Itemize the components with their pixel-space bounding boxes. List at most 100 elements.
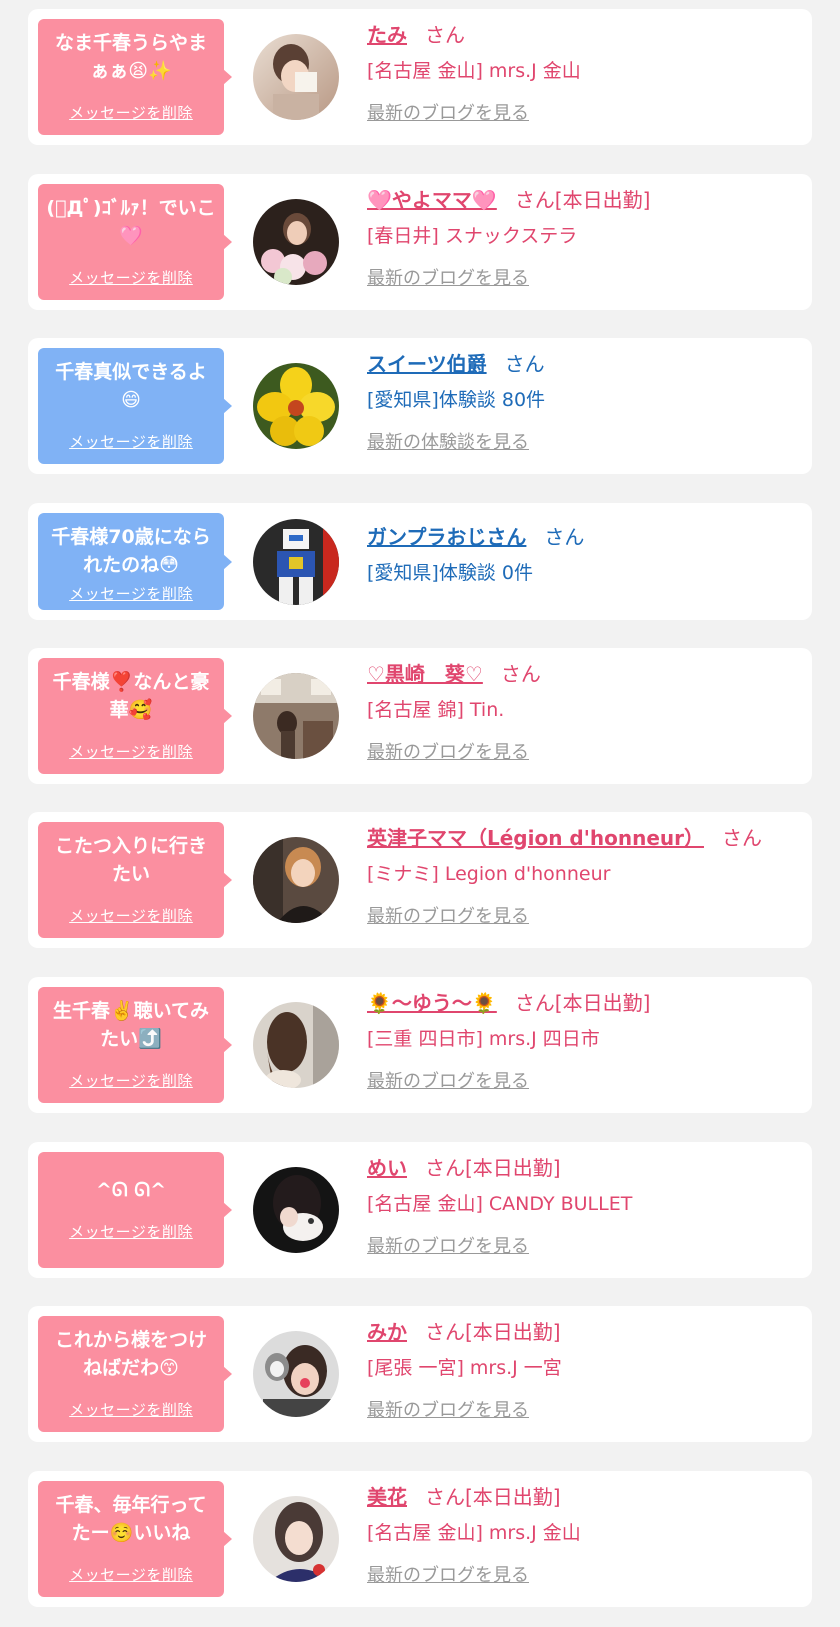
- avatar[interactable]: [253, 1496, 339, 1582]
- sender-suffix: さん[本日出勤]: [514, 188, 651, 212]
- avatar[interactable]: [253, 519, 339, 605]
- message-list: なま千春うらやまぁぁ😫✨ メッセージを削除 たみ さん [名古屋 金山] mrs.…: [0, 0, 840, 1627]
- message-bubble: 千春様70歳になられたのね😳 メッセージを削除: [38, 513, 232, 610]
- delete-message-link[interactable]: メッセージを削除: [38, 431, 224, 452]
- latest-review-link[interactable]: 最新の体験談を見る: [367, 430, 529, 456]
- sender-info: たみ さん [名古屋 金山] mrs.J 金山 最新のブログを見る: [367, 21, 802, 127]
- latest-blog-link[interactable]: 最新のブログを見る: [367, 266, 529, 292]
- message-text: (ﾟДﾟ)ｺﾞﾙｧ！でいこ🩷: [46, 197, 216, 247]
- message-card: 千春真似できるよ😄 メッセージを削除 スイーツ伯爵 さん [愛知県]体験談 80件…: [28, 338, 812, 474]
- sender-name-line: 🩷やよママ🩷 さん[本日出勤]: [367, 186, 802, 214]
- sender-name-link[interactable]: みか: [367, 1320, 407, 1344]
- avatar[interactable]: [253, 1331, 339, 1417]
- sender-suffix: さん: [721, 826, 762, 850]
- sender-info: 美花 さん[本日出勤] [名古屋 金山] mrs.J 金山 最新のブログを見る: [367, 1483, 802, 1589]
- avatar[interactable]: [253, 1167, 339, 1253]
- sender-name-link[interactable]: たみ: [367, 23, 407, 47]
- sender-info: 英津子ママ（Légion d'honneur） さん [ミナミ] Legion d…: [367, 824, 802, 930]
- message-text: こたつ入りに行きたい: [54, 835, 207, 885]
- shop-label: [愛知県]体験談 80件: [367, 389, 546, 411]
- sender-info: みか さん[本日出勤] [尾張 一宮] mrs.J 一宮 最新のブログを見る: [367, 1318, 802, 1424]
- message-text: 千春様70歳になられたのね😳: [51, 526, 211, 576]
- latest-blog-link[interactable]: 最新のブログを見る: [367, 1234, 529, 1260]
- message-card: ^ᘏ ᘏ^ メッセージを削除 めい さん[本日出勤] [名古屋 金山] CANDY…: [28, 1142, 812, 1278]
- message-card: 千春様❣️なんと豪華🥰 メッセージを削除 ♡黒崎 葵♡ さん [名古屋 錦] Ti…: [28, 648, 812, 784]
- sender-info: ♡黒崎 葵♡ さん [名古屋 錦] Tin. 最新のブログを見る: [367, 660, 802, 766]
- message-card: (ﾟДﾟ)ｺﾞﾙｧ！でいこ🩷 メッセージを削除 🩷やよママ🩷 さん[本日出勤] […: [28, 174, 812, 310]
- latest-blog-link[interactable]: 最新のブログを見る: [367, 1069, 529, 1095]
- sender-info: スイーツ伯爵 さん [愛知県]体験談 80件 最新の体験談を見る: [367, 350, 802, 456]
- sender-info: めい さん[本日出勤] [名古屋 金山] CANDY BULLET 最新のブログを…: [367, 1154, 802, 1260]
- sender-name-link[interactable]: 英津子ママ（Légion d'honneur）: [367, 826, 704, 850]
- message-bubble: 千春真似できるよ😄 メッセージを削除: [38, 348, 232, 464]
- delete-message-link[interactable]: メッセージを削除: [38, 267, 224, 288]
- message-text: なま千春うらやまぁぁ😫✨: [54, 32, 207, 82]
- shop-label: [尾張 一宮] mrs.J 一宮: [367, 1357, 562, 1379]
- latest-blog-link[interactable]: 最新のブログを見る: [367, 904, 529, 930]
- message-bubble: 千春、毎年行ってたー☺️いいね メッセージを削除: [38, 1481, 232, 1597]
- sender-suffix: さん[本日出勤]: [425, 1320, 561, 1344]
- avatar[interactable]: [253, 837, 339, 923]
- message-bubble: 千春様❣️なんと豪華🥰 メッセージを削除: [38, 658, 232, 774]
- shop-label: [名古屋 金山] mrs.J 金山: [367, 1522, 581, 1544]
- message-bubble: ^ᘏ ᘏ^ メッセージを削除: [38, 1152, 232, 1268]
- shop-label: [名古屋 金山] mrs.J 金山: [367, 60, 581, 82]
- sender-name-line: 美花 さん[本日出勤]: [367, 1483, 802, 1511]
- sender-name-line: スイーツ伯爵 さん: [367, 350, 802, 378]
- delete-message-link[interactable]: メッセージを削除: [38, 1221, 224, 1242]
- sender-name-link[interactable]: 🌻〜ゆう〜🌻: [367, 991, 497, 1015]
- sender-info: 🩷やよママ🩷 さん[本日出勤] [春日井] スナックステラ 最新のブログを見る: [367, 186, 802, 292]
- message-card: これから様をつけねばだわ😙 メッセージを削除 みか さん[本日出勤] [尾張 一宮…: [28, 1306, 812, 1442]
- delete-message-link[interactable]: メッセージを削除: [38, 1070, 224, 1091]
- delete-message-link[interactable]: メッセージを削除: [38, 741, 224, 762]
- shop-label: [ミナミ] Legion d'honneur: [367, 863, 611, 885]
- message-bubble: 生千春✌️聴いてみたい⤴️ メッセージを削除: [38, 987, 232, 1103]
- sender-name-link[interactable]: 美花: [367, 1485, 407, 1509]
- sender-name-line: みか さん[本日出勤]: [367, 1318, 802, 1346]
- sender-name-link[interactable]: スイーツ伯爵: [367, 352, 487, 376]
- sender-info: 🌻〜ゆう〜🌻 さん[本日出勤] [三重 四日市] mrs.J 四日市 最新のブログ…: [367, 989, 802, 1095]
- message-card: 千春様70歳になられたのね😳 メッセージを削除 ガンプラおじさん さん [愛知県]…: [28, 503, 812, 620]
- delete-message-link[interactable]: メッセージを削除: [38, 905, 224, 926]
- avatar[interactable]: [253, 673, 339, 759]
- sender-name-line: 英津子ママ（Légion d'honneur） さん: [367, 824, 802, 852]
- delete-message-link[interactable]: メッセージを削除: [38, 1399, 224, 1420]
- message-card: 生千春✌️聴いてみたい⤴️ メッセージを削除 🌻〜ゆう〜🌻 さん[本日出勤] [三…: [28, 977, 812, 1113]
- sender-name-link[interactable]: ガンプラおじさん: [367, 525, 526, 549]
- latest-blog-link[interactable]: 最新のブログを見る: [367, 740, 529, 766]
- message-card: 千春、毎年行ってたー☺️いいね メッセージを削除 美花 さん[本日出勤] [名古屋…: [28, 1471, 812, 1607]
- sender-suffix: さん[本日出勤]: [425, 1485, 561, 1509]
- message-bubble: なま千春うらやまぁぁ😫✨ メッセージを削除: [38, 19, 232, 135]
- shop-label: [名古屋 金山] CANDY BULLET: [367, 1193, 633, 1215]
- delete-message-link[interactable]: メッセージを削除: [38, 1564, 224, 1585]
- sender-name-line: たみ さん: [367, 21, 802, 49]
- avatar[interactable]: [253, 199, 339, 285]
- sender-suffix: さん: [425, 23, 465, 47]
- shop-label: [三重 四日市] mrs.J 四日市: [367, 1028, 600, 1050]
- message-text: ^ᘏ ᘏ^: [96, 1179, 166, 1201]
- message-card: なま千春うらやまぁぁ😫✨ メッセージを削除 たみ さん [名古屋 金山] mrs.…: [28, 9, 812, 145]
- message-text: これから様をつけねばだわ😙: [54, 1329, 207, 1379]
- sender-name-line: ガンプラおじさん さん: [367, 523, 802, 551]
- latest-blog-link[interactable]: 最新のブログを見る: [367, 1398, 529, 1424]
- avatar[interactable]: [253, 34, 339, 120]
- sender-suffix: さん[本日出勤]: [425, 1156, 561, 1180]
- sender-name-line: めい さん[本日出勤]: [367, 1154, 802, 1182]
- shop-label: [春日井] スナックステラ: [367, 225, 578, 247]
- message-text: 千春様❣️なんと豪華🥰: [52, 671, 210, 721]
- sender-info: ガンプラおじさん さん [愛知県]体験談 0件: [367, 523, 802, 587]
- delete-message-link[interactable]: メッセージを削除: [38, 102, 224, 123]
- avatar[interactable]: [253, 1002, 339, 1088]
- sender-name-link[interactable]: めい: [367, 1156, 407, 1180]
- message-text: 生千春✌️聴いてみたい⤴️: [52, 1000, 210, 1050]
- sender-name-link[interactable]: 🩷やよママ🩷: [367, 188, 497, 212]
- delete-message-link[interactable]: メッセージを削除: [38, 583, 224, 604]
- latest-blog-link[interactable]: 最新のブログを見る: [367, 101, 529, 127]
- latest-blog-link[interactable]: 最新のブログを見る: [367, 1563, 529, 1589]
- sender-name-link[interactable]: ♡黒崎 葵♡: [367, 662, 483, 686]
- message-text: 千春、毎年行ってたー☺️いいね: [55, 1494, 207, 1544]
- message-text: 千春真似できるよ😄: [55, 361, 207, 411]
- shop-label: [愛知県]体験談 0件: [367, 562, 533, 584]
- avatar[interactable]: [253, 363, 339, 449]
- sender-suffix: さん: [500, 662, 541, 686]
